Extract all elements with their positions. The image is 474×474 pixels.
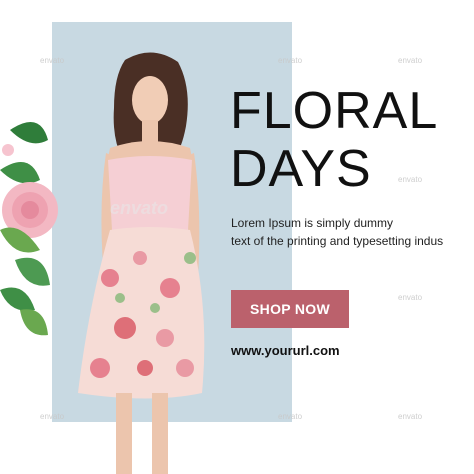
watermark-large: envato: [110, 198, 169, 218]
model-image: [78, 52, 205, 474]
watermark: envato: [278, 412, 303, 421]
watermark: envato: [398, 412, 423, 421]
watermark: envato: [398, 293, 423, 302]
watermark: envato: [40, 56, 65, 65]
headline: FLORAL DAYS: [230, 82, 470, 198]
watermark: envato: [278, 56, 303, 65]
shop-now-button[interactable]: SHOP NOW: [231, 290, 349, 328]
description-line-2: text of the printing and typesetting ind…: [231, 234, 444, 248]
watermark: envato: [398, 56, 423, 65]
headline-line-1: FLORAL: [230, 82, 439, 140]
description-line-1: Lorem Ipsum is simply dummy: [231, 216, 394, 230]
ad-banner: envato envato envato envato envato envat…: [0, 0, 474, 474]
floral-decoration: [0, 122, 58, 336]
website-link[interactable]: www.yoururl.com: [231, 343, 340, 358]
headline-line-2: DAYS: [230, 140, 372, 198]
watermark: envato: [40, 412, 65, 421]
description: Lorem Ipsum is simply dummy text of the …: [231, 214, 469, 250]
